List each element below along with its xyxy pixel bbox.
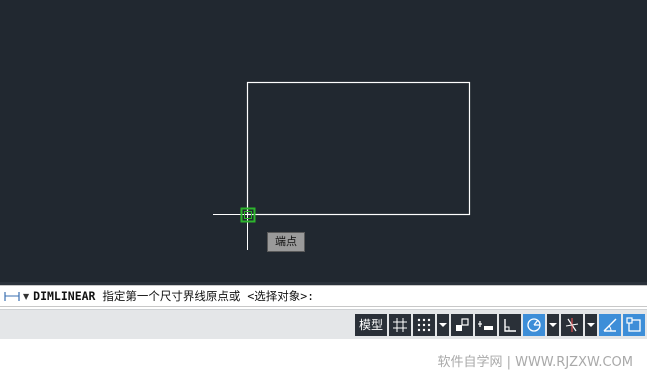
- drawing-canvas[interactable]: 端点: [0, 0, 647, 282]
- snap-dropdown-icon[interactable]: [437, 314, 449, 336]
- command-name: DIMLINEAR: [33, 289, 96, 303]
- command-dropdown-icon[interactable]: ▼: [23, 292, 29, 301]
- status-bar: 模型: [0, 309, 647, 339]
- model-tab[interactable]: 模型: [354, 314, 387, 336]
- command-line[interactable]: ▼ DIMLINEAR 指定第一个尺寸界线原点或 <选择对象>:: [0, 285, 647, 307]
- dynamic-input-icon[interactable]: [475, 314, 497, 336]
- grid-icon[interactable]: [389, 314, 411, 336]
- drawn-rectangle[interactable]: [246, 81, 471, 216]
- isometric-icon[interactable]: [561, 314, 583, 336]
- infer-constraints-icon[interactable]: [451, 314, 473, 336]
- command-prompt: 指定第一个尺寸界线原点或 <选择对象>:: [95, 289, 315, 303]
- isometric-dropdown-icon[interactable]: [585, 314, 597, 336]
- footer: 软件自学网 | WWW.RJZXW.COM: [0, 339, 647, 379]
- polar-tracking-icon[interactable]: [523, 314, 545, 336]
- object-snap-tracking-icon[interactable]: [599, 314, 621, 336]
- watermark-text: 软件自学网 | WWW.RJZXW.COM: [437, 355, 633, 370]
- status-tools: 模型: [354, 314, 647, 336]
- dimlinear-icon[interactable]: [4, 289, 22, 303]
- polar-dropdown-icon[interactable]: [547, 314, 559, 336]
- command-prompt-text: DIMLINEAR 指定第一个尺寸界线原点或 <选择对象>:: [33, 288, 314, 304]
- ortho-icon[interactable]: [499, 314, 521, 336]
- object-snap-icon[interactable]: [623, 314, 645, 336]
- drawing-svg[interactable]: [0, 0, 647, 282]
- snap-dots-icon[interactable]: [413, 314, 435, 336]
- snap-tooltip: 端点: [267, 232, 305, 252]
